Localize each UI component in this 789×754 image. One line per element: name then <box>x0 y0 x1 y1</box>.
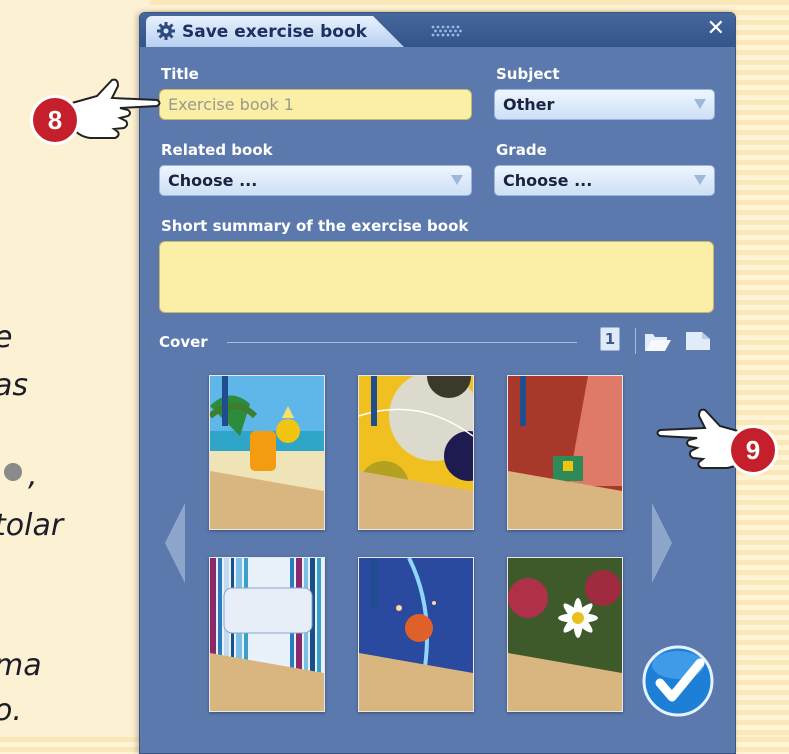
text-fragment: ma <box>0 648 42 683</box>
grade-value: Choose ... <box>503 171 593 190</box>
chevron-down-icon <box>451 175 463 185</box>
page-number-icon[interactable]: 1 <box>600 327 620 351</box>
title-input[interactable]: Exercise book 1 <box>159 89 472 120</box>
related-book-select[interactable]: Choose ... <box>159 165 472 196</box>
text-fragment: as <box>0 368 29 403</box>
previous-arrow-icon[interactable] <box>165 503 185 583</box>
cover-thumbnail-circles[interactable] <box>358 375 474 530</box>
chevron-down-icon <box>694 99 706 109</box>
cover-divider <box>227 342 577 343</box>
drag-grip-icon[interactable] <box>430 24 464 38</box>
callout-badge-9: 9 <box>728 425 778 475</box>
next-arrow-icon[interactable] <box>652 503 672 583</box>
text-fragment: , <box>28 458 38 493</box>
close-icon[interactable]: ✕ <box>707 18 725 40</box>
summary-label: Short summary of the exercise book <box>161 217 469 235</box>
chevron-down-icon <box>694 175 706 185</box>
save-exercise-book-dialog: Save exercise book ✕ Title Exercise book… <box>139 12 736 754</box>
subject-value: Other <box>503 95 555 114</box>
dialog-title: Save exercise book <box>182 22 367 42</box>
summary-textarea[interactable] <box>159 241 714 313</box>
confirm-check-button[interactable] <box>642 645 714 717</box>
cover-thumbnail-flowers[interactable] <box>507 557 623 712</box>
subject-label: Subject <box>496 65 560 83</box>
related-book-value: Choose ... <box>168 171 258 190</box>
related-book-label: Related book <box>161 141 273 159</box>
toolbar-divider <box>635 328 636 354</box>
title-tab: Save exercise book <box>146 16 404 47</box>
text-fragment: o. <box>0 693 22 728</box>
cover-thumbnail-red[interactable] <box>507 375 623 530</box>
bullet-dot-icon <box>4 463 22 481</box>
new-page-icon[interactable] <box>685 331 711 351</box>
gear-icon <box>157 22 175 40</box>
text-fragment: e <box>0 320 12 355</box>
grade-label: Grade <box>496 141 547 159</box>
grade-select[interactable]: Choose ... <box>494 165 715 196</box>
cover-thumbnail-blue-splash[interactable] <box>358 557 474 712</box>
open-folder-icon[interactable] <box>644 331 672 353</box>
text-fragment: tolar <box>0 508 64 543</box>
dialog-titlebar[interactable]: Save exercise book ✕ <box>140 13 735 47</box>
cover-thumbnail-juice[interactable] <box>209 375 325 530</box>
callout-badge-8: 8 <box>30 95 80 145</box>
cover-label: Cover <box>159 333 208 351</box>
cover-thumbnail-stripes[interactable] <box>209 557 325 712</box>
subject-select[interactable]: Other <box>494 89 715 120</box>
title-label: Title <box>161 65 199 83</box>
